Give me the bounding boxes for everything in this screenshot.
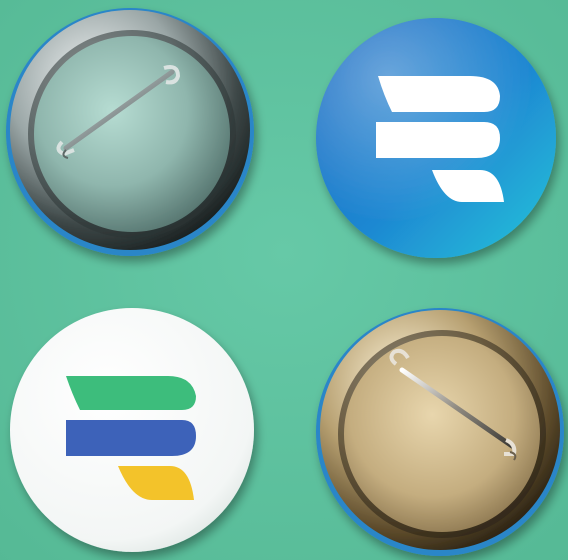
badge-mockup-scene [0, 0, 568, 560]
blue-logo-badge [316, 18, 556, 258]
white-logo-badge [10, 308, 254, 552]
gold-pin-back-badge [316, 308, 564, 556]
badge-mockup-illustration [0, 0, 568, 560]
silver-pin-back-badge [6, 8, 254, 256]
